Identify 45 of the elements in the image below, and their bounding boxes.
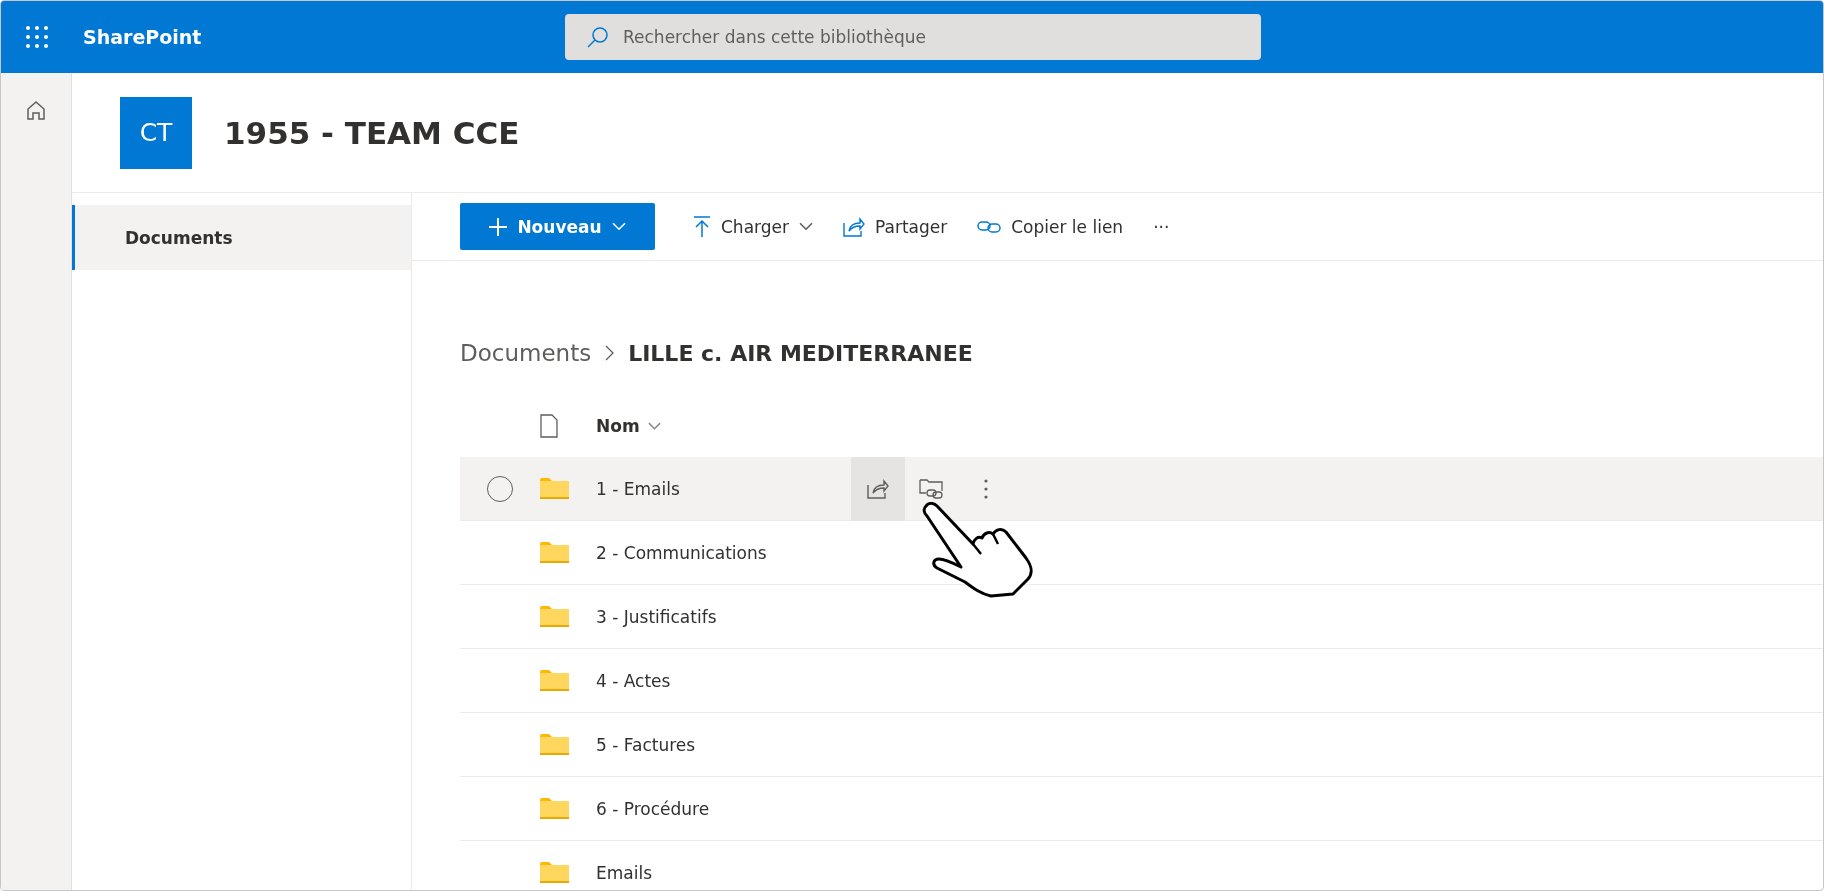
upload-button[interactable]: Charger (687, 206, 819, 247)
link-button[interactable]: Copier le lien (971, 206, 1130, 247)
folder-name[interactable]: 6 - Procédure (596, 798, 851, 819)
folder-icon (540, 670, 569, 691)
folder-name[interactable]: Emails (596, 862, 851, 883)
share-button[interactable]: Partager (837, 206, 954, 247)
list-row[interactable]: Emails (460, 841, 1823, 890)
list-row[interactable]: 1 - Emails (460, 457, 1823, 521)
new-button[interactable]: Nouveau (460, 203, 655, 250)
nav-item[interactable]: Documents (72, 205, 411, 270)
search-icon (587, 26, 609, 48)
vertical-dots-icon (984, 478, 988, 499)
folder-icon (540, 542, 569, 563)
upload-icon (693, 215, 711, 238)
link-icon (977, 218, 1002, 235)
list-row[interactable]: 5 - Factures (460, 713, 1823, 777)
folder-icon (540, 798, 569, 819)
folder-link-icon (919, 477, 945, 500)
site-title: 1955 - TEAM CCE (224, 114, 520, 151)
share-icon (843, 216, 865, 237)
file-icon (540, 414, 558, 438)
chevron-down-icon (647, 422, 661, 430)
chevron-down-icon (611, 222, 626, 231)
waffle-icon (26, 26, 48, 48)
breadcrumb-link[interactable]: Documents (460, 340, 592, 366)
folder-name[interactable]: 3 - Justificatifs (596, 606, 851, 627)
folder-name[interactable]: 1 - Emails (596, 478, 851, 499)
site-logo: CT (120, 96, 192, 169)
folder-name[interactable]: 2 - Communications (596, 542, 851, 563)
folder-icon (540, 478, 569, 499)
folder-name[interactable]: 5 - Factures (596, 734, 851, 755)
name-column-header[interactable]: Nom (596, 416, 661, 436)
breadcrumb-current: LILLE c. AIR MEDITERRANEE (628, 340, 973, 366)
list-row[interactable]: 4 - Actes (460, 649, 1823, 713)
more-button[interactable]: ··· (1147, 206, 1176, 247)
share-icon (867, 478, 889, 499)
app-name[interactable]: SharePoint (83, 26, 202, 48)
folder-icon (540, 862, 569, 883)
list-row[interactable]: 6 - Procédure (460, 777, 1823, 841)
home-icon (25, 99, 47, 121)
folder-icon (540, 606, 569, 627)
folder-icon (540, 734, 569, 755)
chevron-right-icon (605, 345, 615, 361)
folder-name[interactable]: 4 - Actes (596, 670, 851, 691)
plus-icon (489, 217, 508, 236)
